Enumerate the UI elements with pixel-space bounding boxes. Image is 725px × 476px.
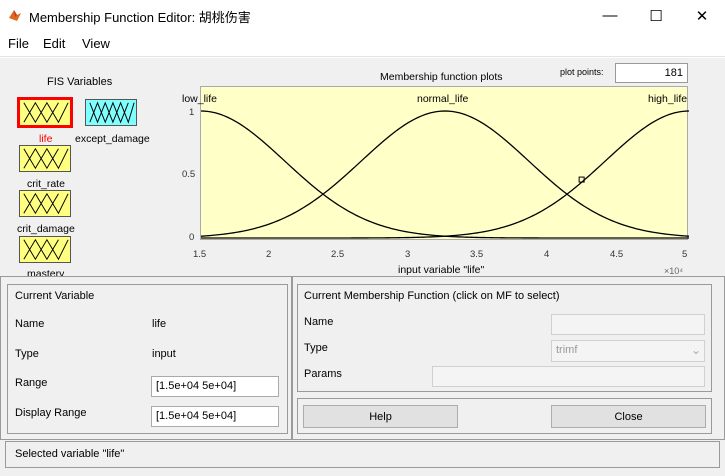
x-tick-label: 2.5: [331, 249, 345, 260]
title-bar: Membership Function Editor: 胡桃伤害 — ☐ ✕: [0, 0, 725, 31]
x-tick-label: 3.5: [470, 249, 484, 260]
y-tick-label: 0.5: [182, 169, 196, 180]
x-axis-exponent: ×10⁴: [664, 266, 684, 276]
mf-label-normal-life[interactable]: normal_life: [417, 93, 468, 105]
minimize-button[interactable]: —: [587, 0, 633, 31]
mf-type-select[interactable]: trimf ⌄: [551, 340, 705, 362]
x-tick-label: 4: [544, 249, 550, 260]
status-bar: Selected variable "life": [5, 441, 720, 468]
close-button[interactable]: Close: [551, 405, 706, 428]
variable-label-except-damage[interactable]: except_damage: [75, 133, 150, 145]
x-tick-label: 5: [682, 249, 688, 260]
mf-name-label: Name: [304, 316, 334, 328]
membership-plot-area[interactable]: [200, 86, 690, 241]
mf-params-input[interactable]: [432, 366, 705, 387]
mf-params-label: Params: [304, 368, 342, 380]
x-axis-label: input variable "life": [398, 264, 485, 276]
fis-variables-heading: FIS Variables: [47, 76, 113, 88]
close-window-button[interactable]: ✕: [679, 0, 725, 31]
menu-file[interactable]: File: [8, 36, 29, 51]
x-tick-label: 4.5: [610, 249, 624, 260]
window-title: Membership Function Editor: 胡桃伤害: [29, 10, 251, 25]
name-value: life: [152, 318, 167, 330]
mf-type-value: trimf: [556, 344, 578, 356]
menu-edit[interactable]: Edit: [43, 36, 65, 51]
range-input[interactable]: [1.5e+04 5e+04]: [151, 376, 279, 397]
mf-name-input[interactable]: [551, 314, 705, 335]
variable-label-crit-damage[interactable]: crit_damage: [17, 223, 75, 235]
display-range-input[interactable]: [1.5e+04 5e+04]: [151, 406, 279, 427]
membership-plot-svg[interactable]: [200, 87, 690, 241]
status-text: Selected variable "life": [15, 448, 125, 460]
type-value: input: [152, 348, 176, 360]
display-range-label: Display Range: [15, 407, 87, 419]
mf-label-low-life[interactable]: low_life: [182, 93, 217, 105]
mf-type-label: Type: [304, 342, 328, 354]
close-icon: ✕: [695, 7, 709, 25]
mf-curve-normal-life[interactable]: [200, 110, 690, 237]
current-mf-heading: Current Membership Function (click on MF…: [304, 290, 560, 302]
mf-curve-high-life[interactable]: [201, 110, 690, 239]
mf-thumbnail-icon: [89, 101, 135, 124]
variable-label-crit-rate[interactable]: crit_rate: [27, 178, 65, 190]
variable-box-crit-damage[interactable]: [19, 190, 71, 217]
variable-box-crit-rate[interactable]: [19, 145, 71, 172]
x-tick-label: 2: [266, 249, 272, 260]
mf-thumbnail-icon: [23, 101, 69, 124]
plot-points-label: plot points:: [560, 67, 604, 77]
variable-box-life[interactable]: [17, 97, 73, 128]
type-label: Type: [15, 348, 39, 360]
range-label: Range: [15, 377, 48, 389]
variable-label-life[interactable]: life: [39, 133, 52, 145]
maximize-button[interactable]: ☐: [633, 0, 679, 31]
variable-label-mastery[interactable]: mastery: [27, 268, 64, 276]
mf-curve-low-life[interactable]: [200, 110, 689, 239]
plot-title: Membership function plots: [380, 71, 503, 83]
mf-thumbnail-icon: [23, 238, 69, 261]
minimize-icon: —: [602, 7, 618, 24]
variable-box-mastery[interactable]: [19, 236, 71, 263]
mf-thumbnail-icon: [23, 147, 69, 170]
x-tick-label: 1.5: [193, 249, 207, 260]
menu-view[interactable]: View: [82, 36, 110, 51]
mf-thumbnail-icon: [23, 192, 69, 215]
chevron-down-icon: ⌄: [690, 343, 701, 357]
x-tick-label: 3: [405, 249, 411, 260]
plot-points-input[interactable]: 181: [615, 63, 688, 83]
help-button[interactable]: Help: [303, 405, 458, 428]
name-label: Name: [15, 318, 45, 330]
menu-bar: File Edit View: [0, 31, 725, 57]
current-variable-heading: Current Variable: [15, 290, 95, 302]
maximize-icon: ☐: [649, 7, 663, 25]
matlab-logo-icon: [9, 10, 21, 21]
y-tick-label: 0: [189, 232, 195, 243]
y-tick-label: 1: [189, 107, 195, 118]
variable-box-except-damage[interactable]: [85, 99, 137, 126]
mf-label-high-life[interactable]: high_life: [648, 93, 687, 105]
